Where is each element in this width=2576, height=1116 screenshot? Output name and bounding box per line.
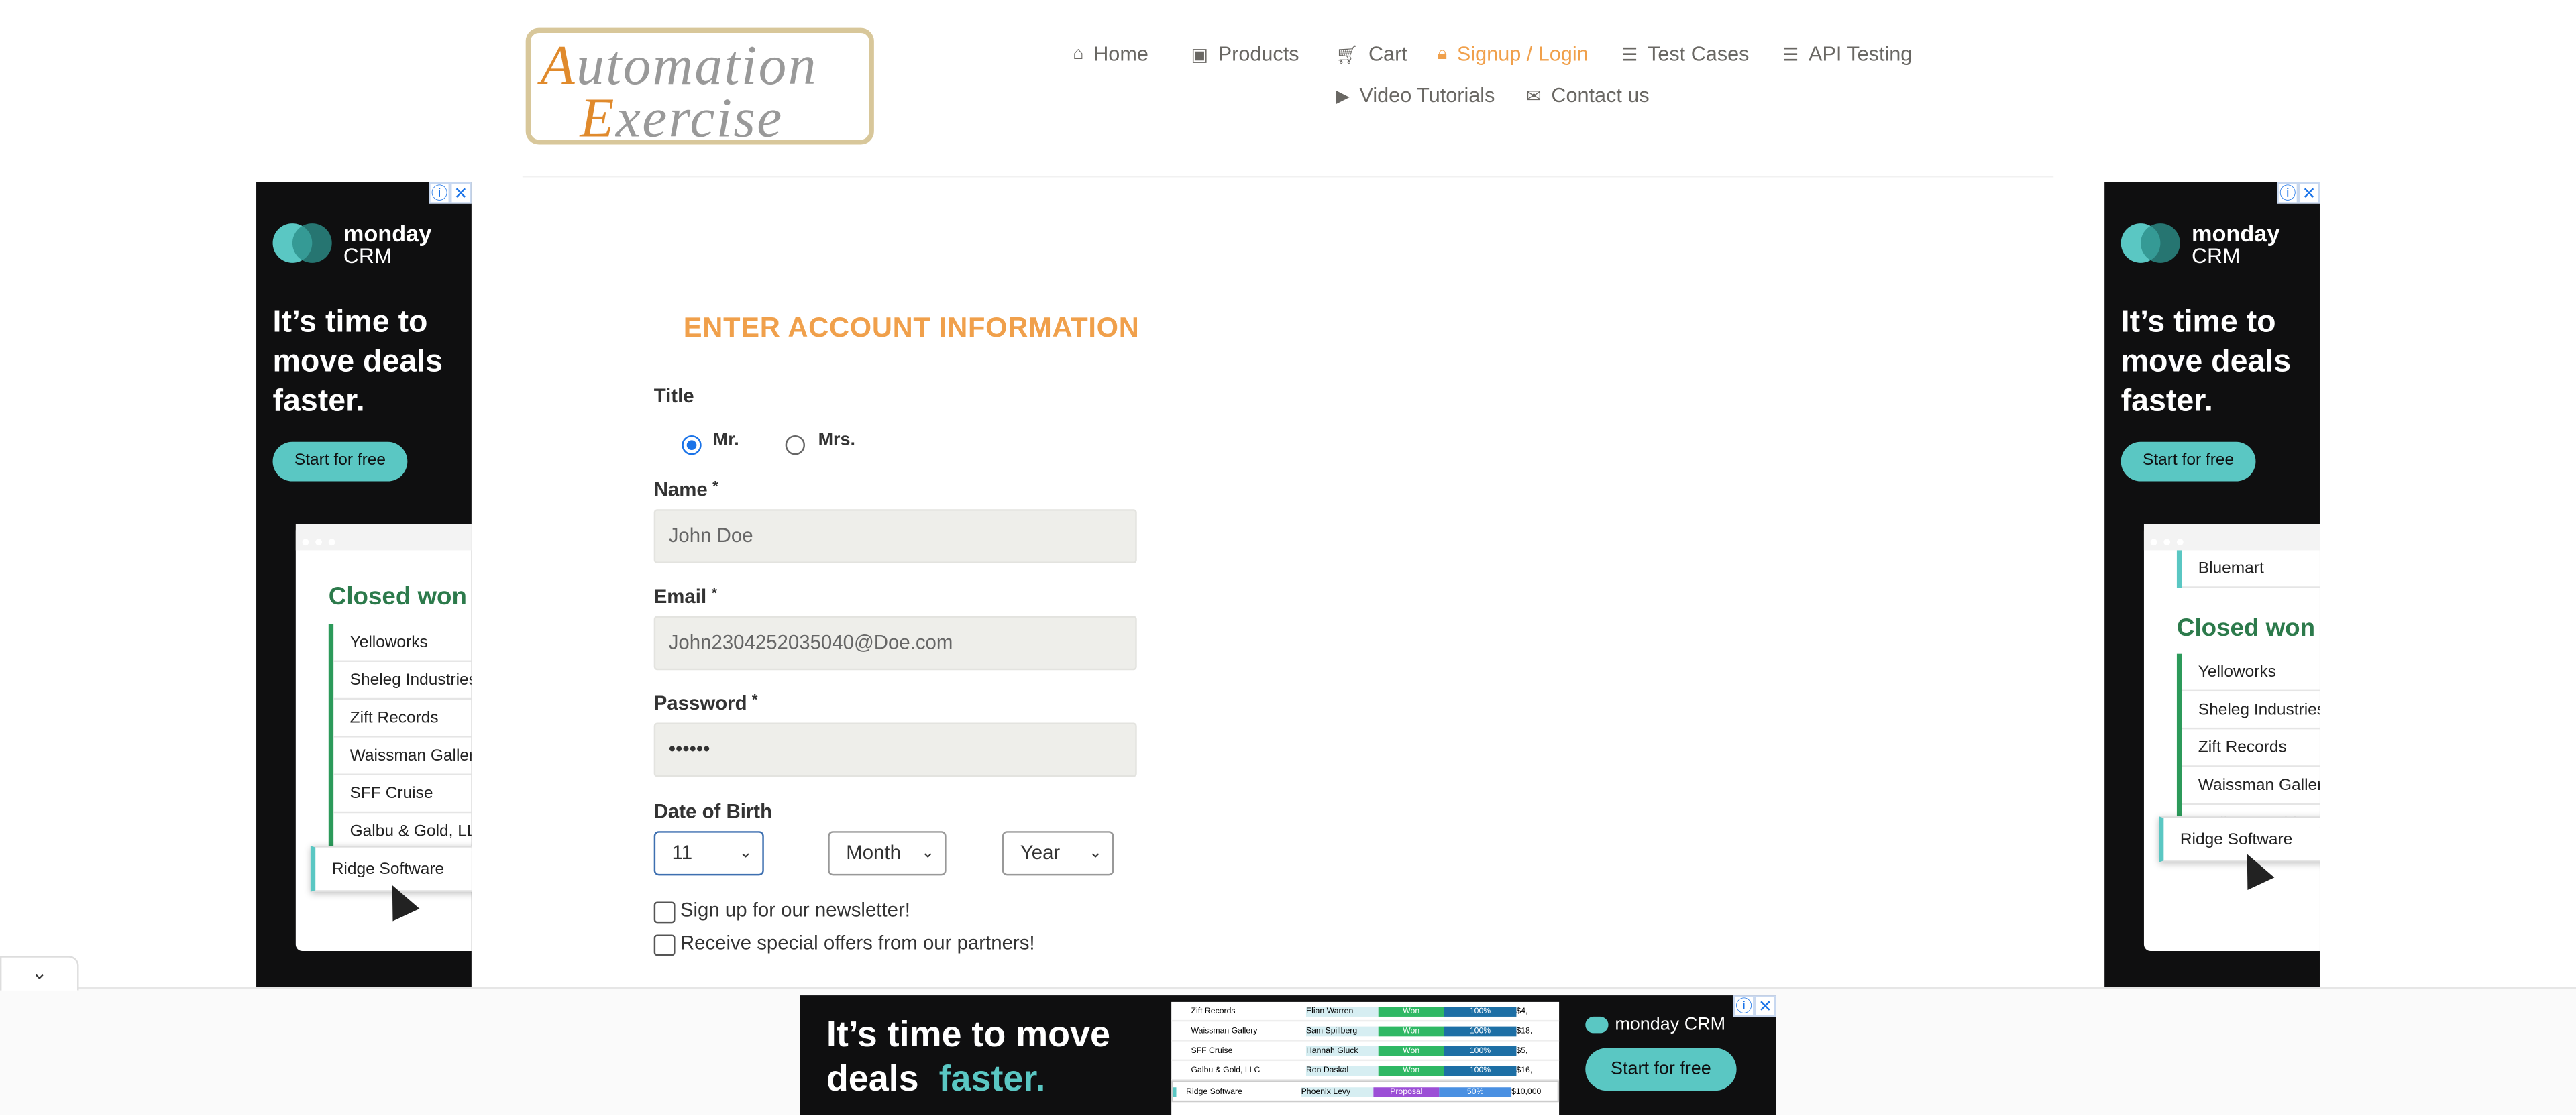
monday-logo: monday CRM (272, 220, 432, 268)
ad-brand: monday (343, 220, 432, 247)
chevron-down-icon: ⌄ (920, 844, 935, 862)
nav-video-tutorials[interactable]: ▶ Video Tutorials (1336, 84, 1495, 107)
monday-mark-icon (2121, 223, 2182, 266)
monday-logo: monday CRM (2121, 220, 2280, 268)
bottom-ad-brand: monday CRM (1585, 1015, 1725, 1035)
chevron-down-icon: ⌄ (739, 844, 753, 862)
ad-cta-button[interactable]: Start for free (272, 441, 408, 482)
name-label: Name * (653, 478, 718, 501)
offers-label[interactable]: Receive special offers from our partners… (680, 932, 1035, 954)
list-item: Bluemart (2182, 550, 2320, 588)
cart-icon: 🛒︎ (1336, 45, 1359, 65)
ad-controls: ⓘ ✕ (429, 182, 472, 204)
list-item: Zift Records (2182, 729, 2320, 767)
list-item: Waissman Gallery (333, 738, 472, 775)
ad-controls: ⓘ ✕ (1733, 995, 1776, 1017)
nav-api-testing[interactable]: ☰ API Testing (1782, 43, 1912, 66)
dob-label: Date of Birth (653, 799, 773, 823)
ad-info-icon[interactable]: ⓘ (1733, 995, 1755, 1017)
home-icon: ⌂ (1073, 44, 1084, 64)
list-item: SFF Cruise (333, 775, 472, 814)
ad-drag-card: Ridge Software (2158, 816, 2320, 862)
bottom-ad-collapse-tab[interactable]: ⌄ (0, 956, 79, 991)
password-label: Password * (653, 691, 758, 715)
nav-products[interactable]: ▣ Products (1191, 43, 1299, 66)
logo-word-exercise: Exercise (580, 89, 784, 150)
table-row: Zift Records Elian Warren Won 100% $4, (1171, 1002, 1560, 1022)
ad-brand-sub: CRM (343, 243, 392, 268)
table-row: Ridge Software Phoenix Levy Proposal 50%… (1171, 1080, 1560, 1103)
title-mrs-radio[interactable] (785, 435, 806, 455)
ad-close-icon[interactable]: ✕ (450, 182, 472, 204)
ad-controls: ⓘ ✕ (2277, 182, 2320, 204)
name-field[interactable]: John Doe (653, 509, 1137, 564)
password-field[interactable]: •••••• (653, 722, 1137, 777)
ad-closed-won: Closed won (328, 583, 467, 612)
list-item: Galbu & Gold, LL (333, 813, 472, 851)
left-side-ad[interactable]: ⓘ ✕ monday CRM It’s time to move deals f… (256, 182, 472, 987)
title-label: Title (653, 384, 694, 408)
briefcase-icon: ▣ (1191, 45, 1209, 65)
email-label: Email * (653, 584, 718, 608)
title-mr-label[interactable]: Mr. (713, 431, 739, 450)
chevron-down-icon: ⌄ (1088, 844, 1103, 862)
newsletter-checkbox[interactable] (653, 901, 676, 924)
list-icon: ☰ (1782, 45, 1799, 65)
title-mr-radio[interactable] (682, 435, 702, 455)
list-item: Yelloworks (2182, 654, 2320, 692)
right-side-ad[interactable]: ⓘ ✕ monday CRM It’s time to move deals f… (2104, 182, 2320, 987)
nav-contact-us[interactable]: ✉ Contact us (1526, 84, 1650, 107)
email-field[interactable]: John2304252035040@Doe.com (653, 616, 1137, 671)
ad-close-icon[interactable]: ✕ (2298, 182, 2320, 204)
form-title: ENTER ACCOUNT INFORMATION (683, 312, 1140, 343)
nav-signup-login[interactable]: 🔒︎ Signup / Login (1438, 43, 1589, 66)
offers-checkbox[interactable] (653, 934, 676, 956)
ad-brand: monday (2191, 220, 2280, 247)
list-item: Sheleg Industries (333, 662, 472, 700)
list-item: Waissman Gallery (2182, 767, 2320, 805)
bottom-ad-cta-button[interactable]: Start for free (1585, 1048, 1737, 1091)
ad-row-list: Yelloworks Sheleg Industries Zift Record… (2176, 653, 2320, 843)
title-mrs-label[interactable]: Mrs. (818, 431, 855, 450)
monday-mark-icon (1585, 1016, 1609, 1034)
ad-headline: It’s time to move deals faster. (272, 305, 443, 419)
list-item: Zift Records (333, 700, 472, 738)
list-item: Yelloworks (333, 624, 472, 662)
list-item: Sheleg Industries (2182, 691, 2320, 730)
header-divider (522, 176, 2054, 178)
ad-cta-button[interactable]: Start for free (2121, 441, 2256, 482)
ad-info-icon[interactable]: ⓘ (429, 182, 451, 204)
table-row: Waissman Gallery Sam Spillberg Won 100% … (1171, 1021, 1560, 1042)
monday-mark-icon (272, 223, 334, 266)
list-icon: ☰ (1621, 45, 1638, 65)
youtube-icon: ▶ (1336, 86, 1350, 106)
site-logo[interactable]: Automation Exercise (525, 27, 874, 150)
dob-year-select[interactable]: Year ⌄ (1002, 831, 1114, 876)
bottom-ad-headline: It’s time to move deals faster. (826, 1013, 1110, 1099)
ad-headline: It’s time to move deals faster. (2121, 305, 2292, 419)
bottom-ad-table-mock: Zift Records Elian Warren Won 100% $4, W… (1171, 1001, 1560, 1115)
dob-day-select[interactable]: 11 ⌄ (653, 831, 764, 876)
dob-month-select[interactable]: Month ⌄ (828, 831, 947, 876)
ad-row-list: Yelloworks Sheleg Industries Zift Record… (328, 624, 472, 851)
nav-test-cases[interactable]: ☰ Test Cases (1621, 43, 1749, 66)
newsletter-label[interactable]: Sign up for our newsletter! (680, 899, 910, 922)
ad-info-icon[interactable]: ⓘ (2277, 182, 2299, 204)
ad-close-icon[interactable]: ✕ (1754, 995, 1776, 1017)
lock-icon: 🔒︎ (1437, 43, 1448, 64)
table-row: SFF Cruise Hannah Gluck Won 100% $5, (1171, 1042, 1560, 1062)
ad-board-mock: Bluemart Closed won Yelloworks Sheleg In… (2143, 524, 2320, 951)
nav-home[interactable]: ⌂ Home (1073, 43, 1148, 66)
table-row: Galbu & Gold, LLC Ron Daskal Won 100% $1… (1171, 1061, 1560, 1081)
envelope-icon: ✉ (1526, 86, 1542, 106)
ad-closed-won: Closed won (2176, 614, 2316, 643)
bottom-ad[interactable]: It’s time to move deals faster. Zift Rec… (800, 995, 1776, 1115)
ad-brand-sub: CRM (2191, 243, 2241, 268)
nav-cart[interactable]: 🛒︎ Cart (1336, 43, 1407, 66)
